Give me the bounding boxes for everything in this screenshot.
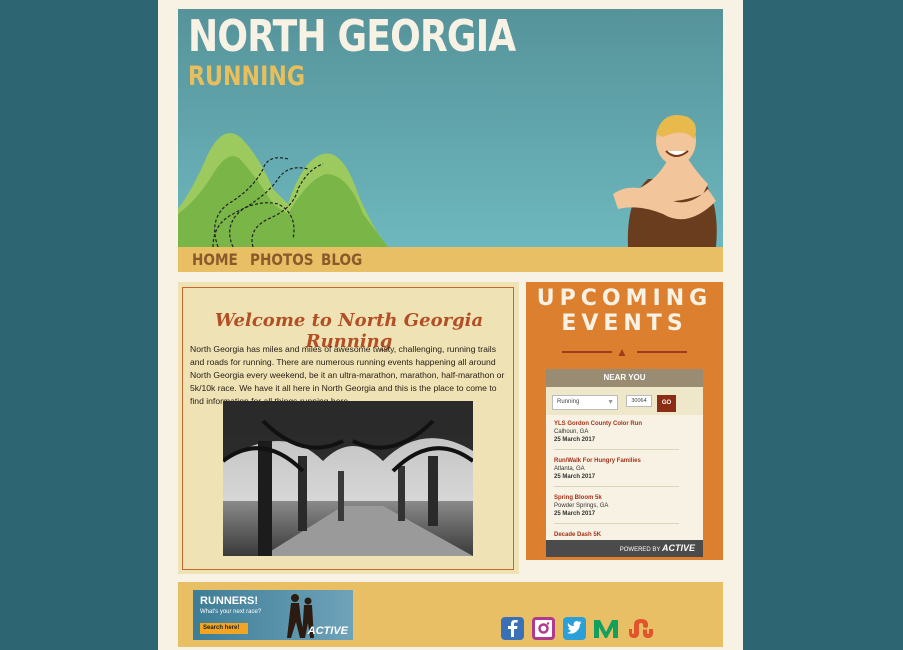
zip-input[interactable]: 30064: [626, 395, 652, 407]
divider-left: [562, 351, 612, 353]
event-date: 25 March 2017: [554, 437, 596, 443]
active-events-widget: NEAR YOU Running ▼ 30064 GO YLS Gordon C…: [546, 369, 703, 557]
tree-lined-path-photo: [223, 401, 473, 556]
event-item[interactable]: Decade Dash 5K: [554, 531, 601, 539]
events-title-line2: EVENTS: [561, 311, 688, 336]
upcoming-events-panel: UPCOMING EVENTS ▲ NEAR YOU Running ▼ 300…: [526, 282, 723, 560]
welcome-section: Welcome to North Georgia Running North G…: [178, 282, 519, 574]
activity-select-value: Running: [557, 399, 580, 405]
site-title: NORTH GEORGIA: [188, 11, 516, 62]
twitter-icon[interactable]: [563, 617, 586, 640]
event-item[interactable]: Spring Bloom 5k Powder Springs, GA 25 Ma…: [554, 494, 608, 518]
widget-filters: Running ▼ 30064 GO: [546, 387, 703, 415]
nav-home[interactable]: HOME: [192, 250, 238, 269]
facebook-icon[interactable]: [501, 617, 524, 640]
powered-by-label: POWERED BY: [619, 547, 661, 553]
runners-ad-banner[interactable]: RUNNERS! What's your next race? Search h…: [193, 590, 353, 640]
event-divider: [554, 523, 679, 524]
event-name[interactable]: Decade Dash 5K: [554, 531, 601, 539]
nav-blog[interactable]: BLOG: [321, 250, 362, 269]
mountains-illustration: [178, 133, 388, 247]
page-container: NORTH GEORGIA RUNNING HOME PHOTOS BLOG W…: [158, 0, 743, 650]
ad-brand: ACTIVE: [307, 625, 348, 637]
stumbleupon-icon[interactable]: [627, 617, 653, 640]
chevron-down-icon: ▼: [607, 399, 614, 406]
event-date: 25 March 2017: [554, 474, 596, 480]
road-icon: ▲: [616, 345, 628, 359]
instagram-icon[interactable]: [532, 617, 555, 640]
activity-select[interactable]: Running ▼: [552, 395, 618, 410]
event-divider: [554, 449, 679, 450]
event-location: Powder Springs, GA: [554, 503, 609, 509]
welcome-frame: Welcome to North Georgia Running North G…: [182, 287, 514, 570]
events-title-line1: UPCOMING: [536, 286, 713, 311]
event-name[interactable]: YLS Gordon County Color Run: [554, 420, 642, 428]
event-date: 25 March 2017: [554, 511, 596, 517]
event-name[interactable]: Spring Bloom 5k: [554, 494, 608, 502]
ad-title: RUNNERS!: [200, 595, 259, 607]
divider-right: [637, 351, 687, 353]
welcome-body: North Georgia has miles and miles of awe…: [190, 344, 505, 406]
medium-icon[interactable]: [593, 617, 618, 640]
go-button[interactable]: GO: [657, 395, 676, 412]
site-subtitle: RUNNING: [188, 61, 306, 92]
runner-mascot-illustration: [613, 115, 717, 247]
events-title: UPCOMING EVENTS: [526, 286, 723, 336]
main-nav: HOME PHOTOS BLOG: [178, 247, 723, 272]
event-item[interactable]: YLS Gordon County Color Run Calhoun, GA …: [554, 420, 642, 444]
active-logo[interactable]: ACTIVE: [662, 543, 695, 553]
header-banner: NORTH GEORGIA RUNNING: [178, 9, 723, 247]
nav-photos[interactable]: PHOTOS: [250, 250, 314, 269]
event-location: Atlanta, GA: [554, 466, 585, 472]
footer: RUNNERS! What's your next race? Search h…: [178, 582, 723, 647]
event-item[interactable]: Run/Walk For Hungry Families Atlanta, GA…: [554, 457, 641, 481]
widget-footer: POWERED BY ACTIVE: [546, 540, 703, 557]
ad-subtitle: What's your next race?: [200, 609, 262, 615]
event-divider: [554, 486, 679, 487]
ad-search-button[interactable]: Search here!: [200, 623, 248, 634]
event-location: Calhoun, GA: [554, 429, 589, 435]
event-name[interactable]: Run/Walk For Hungry Families: [554, 457, 641, 465]
widget-header: NEAR YOU: [546, 369, 703, 387]
